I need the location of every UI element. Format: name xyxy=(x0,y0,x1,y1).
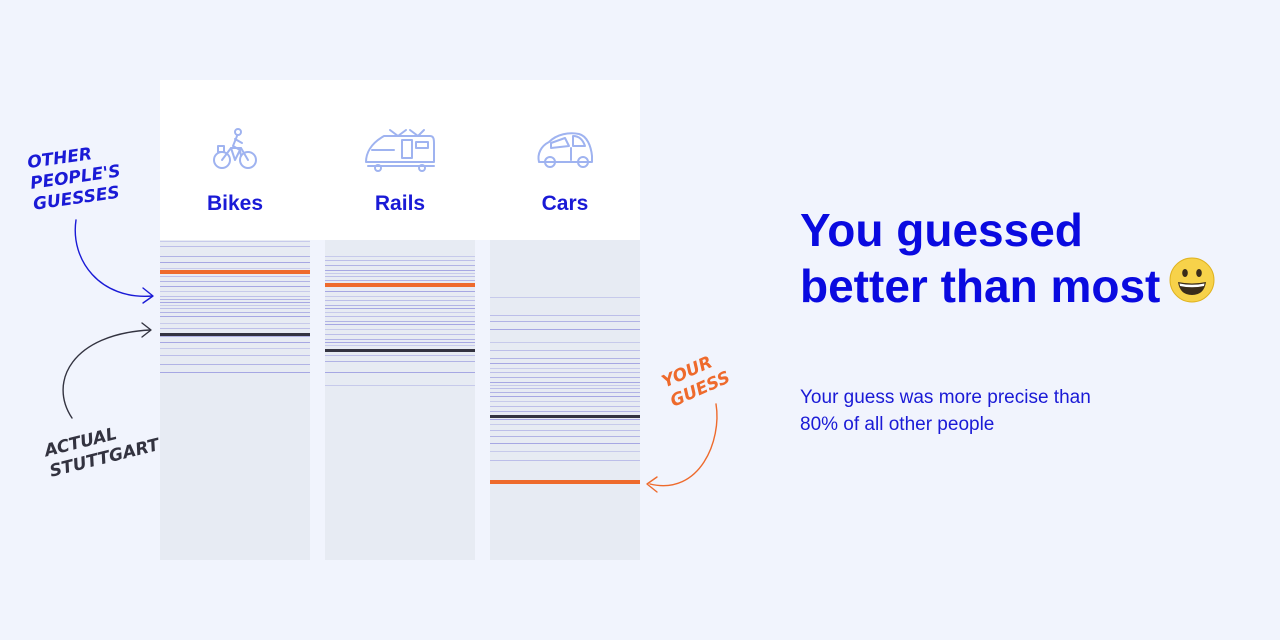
annotation-arrows xyxy=(62,219,718,493)
other-guesses-arrow xyxy=(74,219,153,297)
result-subtext: Your guess was more precise than 80% of … xyxy=(800,387,1091,435)
results-view: Bikes Rails Cars OTHER PEOPLE'S GUESSES … xyxy=(0,0,1280,640)
result-headline: You guessed better than most xyxy=(800,202,1220,316)
other-guesses-arrowhead xyxy=(142,287,154,304)
result-headline-text: You guessed better than most xyxy=(800,204,1161,312)
actual-arrow xyxy=(62,329,151,419)
your-guess-arrow xyxy=(649,403,718,487)
grinning-face-icon xyxy=(1168,256,1216,316)
